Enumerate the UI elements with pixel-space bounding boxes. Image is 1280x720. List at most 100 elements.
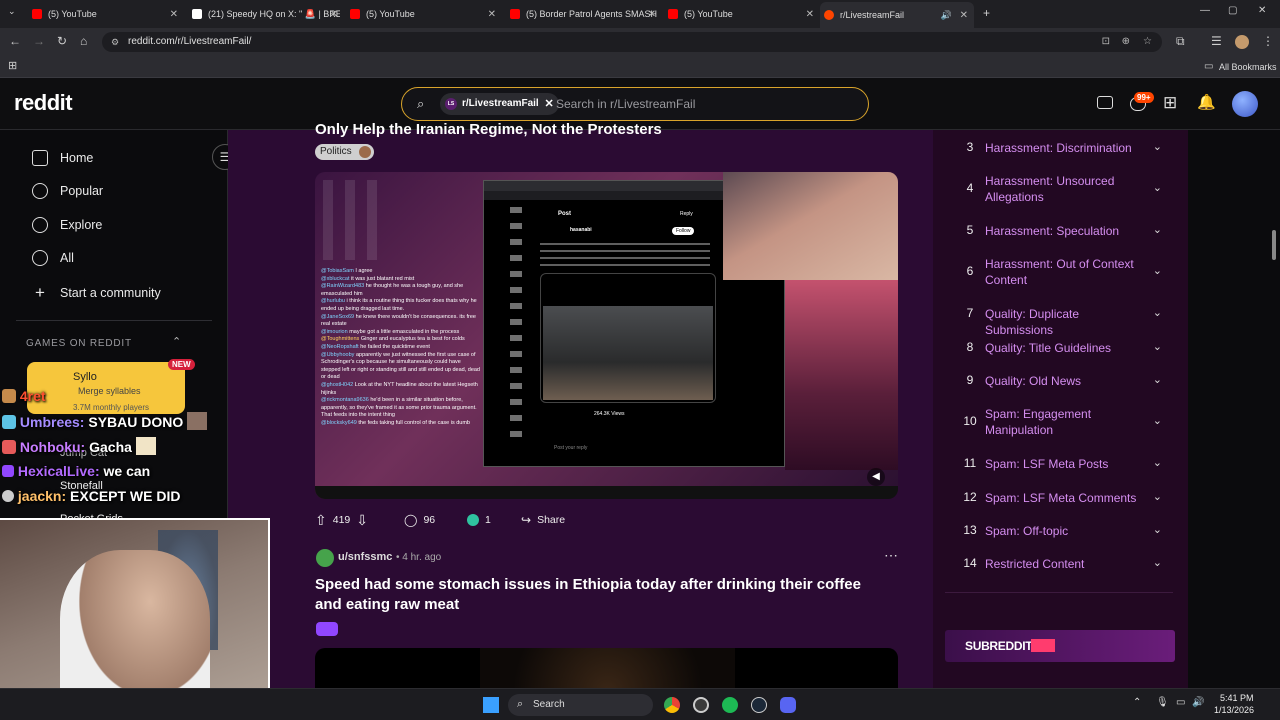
bookmark-star-icon[interactable]: ☆ xyxy=(1143,32,1152,52)
twitch-flair-icon[interactable] xyxy=(316,622,338,636)
all-bookmarks[interactable]: All Bookmarks xyxy=(1219,62,1277,72)
author-avatar[interactable] xyxy=(316,549,334,567)
rule-item[interactable]: 8 Quality: Title Guidelines ⌄ xyxy=(955,340,1170,356)
address-bar[interactable]: ⚙ reddit.com/r/LivestreamFail/ ⊡ ⊕ ☆ xyxy=(102,32,1162,52)
obs-app-icon[interactable] xyxy=(693,697,709,713)
spotify-app-icon[interactable] xyxy=(722,697,738,713)
post-options-icon[interactable]: ⋯ xyxy=(884,547,898,564)
chat-username: 4ret xyxy=(19,388,46,404)
close-tab-icon[interactable]: ✕ xyxy=(170,9,178,20)
new-tab-icon[interactable]: + xyxy=(983,6,990,20)
search-input[interactable]: Search in r/LivestreamFail xyxy=(556,97,695,111)
volume-icon[interactable]: ◀ xyxy=(867,468,885,486)
share-button[interactable]: ↪ Share xyxy=(521,509,565,531)
install-icon[interactable]: ⊡ xyxy=(1102,32,1110,52)
rule-item[interactable]: 4 Harassment: Unsourced Allegations ⌄ xyxy=(955,173,1170,205)
reading-list-icon[interactable]: ☰ xyxy=(1211,34,1222,48)
chevron-up-icon[interactable]: ⌃ xyxy=(172,335,181,348)
close-tab-icon[interactable]: ✕ xyxy=(488,9,496,20)
rule-item[interactable]: 12 Spam: LSF Meta Comments ⌄ xyxy=(955,490,1170,506)
award-button[interactable]: 1 xyxy=(467,509,491,531)
post-title[interactable]: Speed had some stomach issues in Ethiopi… xyxy=(315,575,885,615)
close-tab-icon[interactable]: ✕ xyxy=(960,10,968,21)
downvote-icon[interactable]: ⇩ xyxy=(356,512,368,529)
subreddit-search-chip[interactable]: LS r/LivestreamFail ✕ xyxy=(440,93,559,115)
rule-text: Quality: Old News xyxy=(985,374,1082,388)
zoom-icon[interactable]: ⊕ xyxy=(1122,32,1130,52)
page-scrollbar[interactable] xyxy=(1268,130,1280,720)
games-heading[interactable]: GAMES ON REDDIT xyxy=(26,338,132,349)
chat-username: Nohboku: xyxy=(19,439,86,455)
close-tab-icon[interactable]: ✕ xyxy=(648,9,656,20)
close-tab-icon[interactable]: ✕ xyxy=(806,9,814,20)
chrome-app-icon[interactable] xyxy=(664,697,680,713)
post-author[interactable]: u/snfssmc xyxy=(338,551,392,563)
sidebar-item-home[interactable]: Home xyxy=(32,150,93,166)
post-title[interactable]: Only Help the Iranian Regime, Not the Pr… xyxy=(315,120,662,140)
discord-app-icon[interactable] xyxy=(780,697,796,713)
stream-chat-line: @imourion maybe got a little emasculated… xyxy=(321,328,460,335)
rule-item[interactable]: 11 Spam: LSF Meta Posts ⌄ xyxy=(955,456,1170,472)
sidebar-item-explore[interactable]: Explore xyxy=(32,217,102,233)
browser-tab[interactable]: (5) YouTube ✕ xyxy=(664,4,816,24)
tab-list-icon[interactable]: ⌄ xyxy=(8,6,16,17)
forward-icon[interactable]: → xyxy=(33,34,45,48)
browser-tab-active[interactable]: r/LivestreamFail ✕ 🔊 xyxy=(820,2,974,28)
user-avatar[interactable] xyxy=(1232,91,1258,117)
browser-tab[interactable]: (21) Speedy HQ on X: " 🚨 | BRE ✕ xyxy=(188,4,340,24)
browser-tab[interactable]: (5) Border Patrol Agents SMASH ✕ xyxy=(506,4,658,24)
reddit-logo[interactable]: reddit xyxy=(14,90,73,116)
post-video[interactable]: @TobiasSam I agree @xbluckcat it was jus… xyxy=(315,172,898,499)
notification-count-badge: 99+ xyxy=(1134,92,1154,103)
profile-avatar[interactable] xyxy=(1235,35,1249,49)
sidebar-item-popular[interactable]: Popular xyxy=(32,183,103,199)
rule-item[interactable]: 14 Restricted Content ⌄ xyxy=(955,556,1170,572)
upvote-icon[interactable]: ⇧ xyxy=(315,512,327,529)
rule-item[interactable]: 10 Spam: Engagement Manipulation ⌄ xyxy=(955,406,1170,438)
microphone-icon[interactable]: 🎙 xyxy=(1156,697,1169,708)
extensions-icon[interactable]: ⧉ xyxy=(1176,34,1185,49)
clock-time[interactable]: 5:41 PM xyxy=(1220,693,1254,703)
network-icon[interactable]: ▭ xyxy=(1176,697,1185,708)
taskbar-search[interactable]: ⌕ Search xyxy=(508,694,653,716)
comments-button[interactable]: ◯ 96 xyxy=(404,509,435,531)
tab-title: (21) Speedy HQ on X: " 🚨 | BRE xyxy=(208,8,340,19)
rule-item[interactable]: 13 Spam: Off-topic ⌄ xyxy=(955,523,1170,539)
menu-icon[interactable]: ⋮ xyxy=(1262,34,1274,48)
create-post-icon[interactable]: ⊞ xyxy=(1163,93,1177,113)
back-icon[interactable]: ← xyxy=(9,34,21,48)
rule-item[interactable]: 6 Harassment: Out of Context Content ⌄ xyxy=(955,256,1170,288)
minimize-icon[interactable]: — xyxy=(1200,5,1210,16)
rule-item[interactable]: 7 Quality: Duplicate Submissions ⌄ xyxy=(955,306,1170,338)
volume-tray-icon[interactable]: 🔊 xyxy=(1192,697,1204,708)
windows-start-icon[interactable] xyxy=(483,697,499,713)
scrollbar-thumb[interactable] xyxy=(1272,230,1276,260)
browser-tab[interactable]: (5) YouTube ✕ xyxy=(346,4,498,24)
sidebar-item-start-community[interactable]: + Start a community xyxy=(32,283,161,303)
rule-item[interactable]: 5 Harassment: Speculation ⌄ xyxy=(955,223,1170,239)
post-time: • 4 hr. ago xyxy=(396,552,442,563)
post-flair[interactable]: Politics xyxy=(315,144,374,160)
reload-icon[interactable]: ↻ xyxy=(57,34,67,48)
notifications-bell-icon[interactable]: 🔔 xyxy=(1197,93,1216,111)
chip-close-icon[interactable]: ✕ xyxy=(545,93,554,115)
browser-tab[interactable]: (5) YouTube ✕ xyxy=(28,4,180,24)
audio-icon[interactable]: 🔊 xyxy=(941,10,952,21)
tray-chevron-icon[interactable]: ⌃ xyxy=(1133,697,1141,708)
advertise-icon[interactable] xyxy=(1097,96,1113,109)
steam-app-icon[interactable] xyxy=(751,697,767,713)
clock-date[interactable]: 1/13/2026 xyxy=(1214,705,1254,715)
site-info-icon[interactable]: ⚙ xyxy=(111,32,119,52)
overlay-chat-message: jaackn: EXCEPT WE DID xyxy=(2,488,181,504)
rule-item[interactable]: 3 Harassment: Discrimination ⌄ xyxy=(955,140,1170,156)
maximize-icon[interactable]: ▢ xyxy=(1228,5,1237,16)
close-tab-icon[interactable]: ✕ xyxy=(330,9,338,20)
bookmarks-bar: ⊞ ▭ All Bookmarks xyxy=(0,56,1280,78)
banner-logo-icon xyxy=(1031,639,1055,652)
rule-number: 8 xyxy=(966,340,974,354)
close-window-icon[interactable]: ✕ xyxy=(1258,5,1266,16)
apps-icon[interactable]: ⊞ xyxy=(8,59,17,72)
rule-item[interactable]: 9 Quality: Old News ⌄ xyxy=(955,373,1170,389)
home-button-icon[interactable]: ⌂ xyxy=(80,34,87,48)
sidebar-item-all[interactable]: All xyxy=(32,250,74,266)
